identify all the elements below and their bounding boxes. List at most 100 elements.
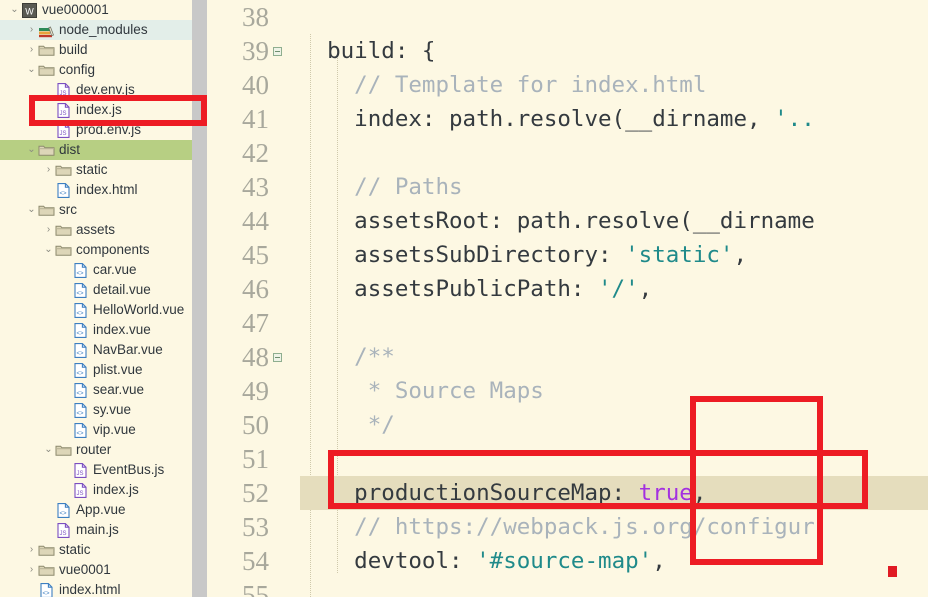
chevron-right-icon[interactable]: › xyxy=(42,165,55,175)
sidebar-scrollbar-track[interactable] xyxy=(192,0,207,597)
code-line-52[interactable]: 52 productionSourceMap: true, xyxy=(207,476,928,510)
tree-item-plist-vue[interactable]: <> plist.vue xyxy=(0,360,207,380)
tree-item-dist[interactable]: ⌄ dist xyxy=(0,140,207,160)
code-token: 'static' xyxy=(625,242,734,268)
tree-item-src[interactable]: ⌄ src xyxy=(0,200,207,220)
code-line-45[interactable]: 45 assetsSubDirectory: 'static', xyxy=(207,238,928,272)
tree-item-eventbus-js[interactable]: JS EventBus.js xyxy=(0,460,207,480)
code-editor[interactable]: 38 39 build: {40 // Template for index.ht… xyxy=(207,0,928,597)
code-fold-toggle-icon[interactable] xyxy=(273,47,282,56)
tree-item-sear-vue[interactable]: <> sear.vue xyxy=(0,380,207,400)
tree-item-router[interactable]: ⌄ router xyxy=(0,440,207,460)
code-line-44[interactable]: 44 assetsRoot: path.resolve(__dirname xyxy=(207,204,928,238)
code-line-55[interactable]: 55 xyxy=(207,578,928,597)
code-line-43[interactable]: 43 // Paths xyxy=(207,170,928,204)
code-line-49[interactable]: 49 * Source Maps xyxy=(207,374,928,408)
tree-item-components[interactable]: ⌄ components xyxy=(0,240,207,260)
tree-item-prod-env-js[interactable]: JS prod.env.js xyxy=(0,120,207,140)
tree-item-build[interactable]: › build xyxy=(0,40,207,60)
vue-file-icon: <> xyxy=(72,422,89,438)
line-number: 48 xyxy=(242,342,269,372)
tree-item-detail-vue[interactable]: <> detail.vue xyxy=(0,280,207,300)
code-line-41[interactable]: 41 index: path.resolve(__dirname, '.. xyxy=(207,102,928,136)
code-line-53[interactable]: 53 // https://webpack.js.org/configur xyxy=(207,510,928,544)
tree-item-index-js[interactable]: JS index.js xyxy=(0,480,207,500)
sidebar-scrollbar-thumb[interactable] xyxy=(192,0,207,597)
tree-item-navbar-vue[interactable]: <> NavBar.vue xyxy=(0,340,207,360)
chevron-down-icon[interactable]: ⌄ xyxy=(25,145,38,155)
tree-item-static[interactable]: › static xyxy=(0,540,207,560)
tree-item-label: static xyxy=(59,542,91,558)
tree-item-vue000001[interactable]: ⌄ Wvue000001 xyxy=(0,0,207,20)
tree-item-config[interactable]: ⌄ config xyxy=(0,60,207,80)
tree-item-label: index.js xyxy=(93,482,139,498)
tree-item-label: NavBar.vue xyxy=(93,342,163,358)
code-line-47[interactable]: 47 xyxy=(207,306,928,340)
code-line-38[interactable]: 38 xyxy=(207,0,928,34)
tree-item-main-js[interactable]: JS main.js xyxy=(0,520,207,540)
tree-item-helloworld-vue[interactable]: <> HelloWorld.vue xyxy=(0,300,207,320)
code-line-text: assetsRoot: path.resolve(__dirname xyxy=(300,204,815,238)
tree-item-label: src xyxy=(59,202,77,218)
code-line-text: // Template for index.html xyxy=(300,68,706,102)
tree-item-sy-vue[interactable]: <> sy.vue xyxy=(0,400,207,420)
annotation-dot-marker xyxy=(888,566,897,577)
code-line-text: assetsSubDirectory: 'static', xyxy=(300,238,747,272)
code-line-text: */ xyxy=(300,408,395,442)
tree-item-node-modules[interactable]: › node_modules xyxy=(0,20,207,40)
tree-item-dev-env-js[interactable]: JS dev.env.js xyxy=(0,80,207,100)
code-line-40[interactable]: 40 // Template for index.html xyxy=(207,68,928,102)
tree-item-label: App.vue xyxy=(76,502,126,518)
code-line-46[interactable]: 46 assetsPublicPath: '/', xyxy=(207,272,928,306)
code-token: , xyxy=(652,548,666,574)
chevron-right-icon[interactable]: › xyxy=(25,25,38,35)
folder-icon xyxy=(38,542,55,558)
code-token: , xyxy=(638,276,653,302)
chevron-down-icon[interactable]: ⌄ xyxy=(42,445,55,455)
chevron-down-icon[interactable]: ⌄ xyxy=(42,245,55,255)
code-line-39[interactable]: 39 build: { xyxy=(207,34,928,68)
tree-item-label: vue0001 xyxy=(59,562,111,578)
code-line-text: // https://webpack.js.org/configur xyxy=(300,510,815,544)
folder-icon xyxy=(55,242,72,258)
chevron-right-icon[interactable]: › xyxy=(25,545,38,555)
tree-item-app-vue[interactable]: <> App.vue xyxy=(0,500,207,520)
folder-icon xyxy=(38,62,55,78)
code-fold-toggle-icon[interactable] xyxy=(273,353,282,362)
tree-item-index-js[interactable]: JS index.js xyxy=(0,100,207,120)
chevron-right-icon[interactable]: › xyxy=(42,225,55,235)
svg-text:<>: <> xyxy=(59,191,67,197)
tree-item-assets[interactable]: › assets xyxy=(0,220,207,240)
tree-item-label: static xyxy=(76,162,108,178)
chevron-down-icon[interactable]: ⌄ xyxy=(25,205,38,215)
tree-item-label: assets xyxy=(76,222,116,238)
code-line-51[interactable]: 51 xyxy=(207,442,928,476)
tree-item-car-vue[interactable]: <> car.vue xyxy=(0,260,207,280)
library-icon xyxy=(38,22,55,38)
tree-item-index-html[interactable]: <> index.html xyxy=(0,180,207,200)
tree-item-vue0001[interactable]: › vue0001 xyxy=(0,560,207,580)
file-tree-list[interactable]: ⌄ Wvue000001 › node_modules › build ⌄ config JS… xyxy=(0,0,207,597)
chevron-down-icon[interactable]: ⌄ xyxy=(8,5,21,15)
tree-item-label: components xyxy=(76,242,150,258)
tree-item-index-vue[interactable]: <> index.vue xyxy=(0,320,207,340)
tree-item-vip-vue[interactable]: <> vip.vue xyxy=(0,420,207,440)
tree-item-static[interactable]: › static xyxy=(0,160,207,180)
code-line-48[interactable]: 48 /** xyxy=(207,340,928,374)
code-line-text: build: { xyxy=(300,34,435,68)
tree-item-label: car.vue xyxy=(93,262,137,278)
project-file-tree[interactable]: ⌄ Wvue000001 › node_modules › build ⌄ config JS… xyxy=(0,0,207,597)
tree-item-label: node_modules xyxy=(59,22,148,38)
code-lines[interactable]: 38 39 build: {40 // Template for index.ht… xyxy=(207,0,928,597)
chevron-down-icon[interactable]: ⌄ xyxy=(25,65,38,75)
tree-item-index-html[interactable]: <> index.html xyxy=(0,580,207,597)
chevron-right-icon[interactable]: › xyxy=(25,45,38,55)
code-line-42[interactable]: 42 xyxy=(207,136,928,170)
vue-file-icon: <> xyxy=(72,342,89,358)
chevron-right-icon[interactable]: › xyxy=(25,565,38,575)
code-line-54[interactable]: 54 devtool: '#source-map', xyxy=(207,544,928,578)
code-line-50[interactable]: 50 */ xyxy=(207,408,928,442)
